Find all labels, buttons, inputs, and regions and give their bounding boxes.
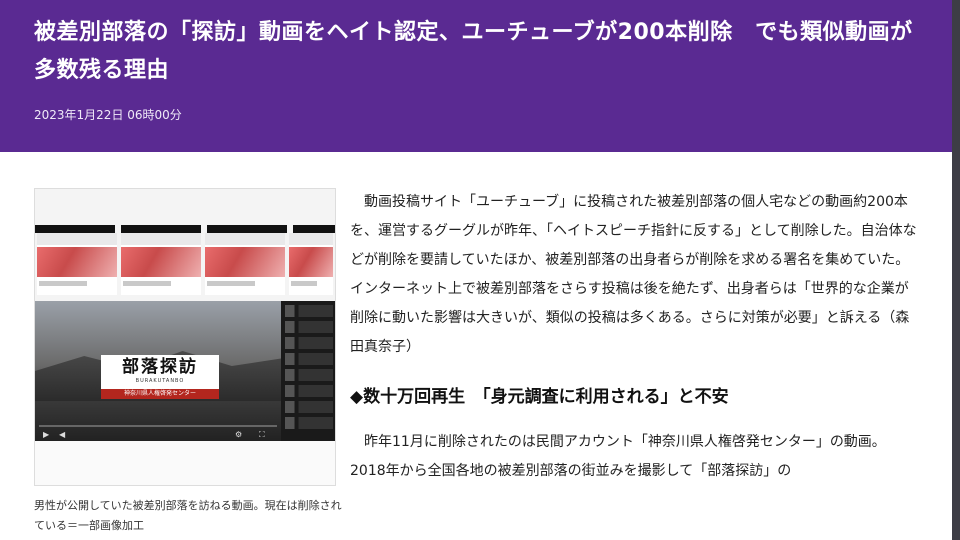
video-title-band: 神奈川県人権啓発センター <box>101 389 219 399</box>
publish-date: 2023年1月22日 06時00分 <box>34 108 182 122</box>
thumbnail-strip <box>35 189 335 301</box>
article-header: 被差別部落の「探訪」動画をヘイト認定、ユーチューブが200本削除 でも類似動画が… <box>0 0 960 152</box>
video-controls: ▶ ◀ ⚙ ⛶ <box>35 425 281 441</box>
video-title-card: 部落探訪 BURAKUTANBO 神奈川県人権啓発センター <box>101 355 219 399</box>
figure-caption: 男性が公開していた被差別部落を訪ねる動画。現在は削除されている＝一部画像加工 <box>34 499 342 532</box>
fullscreen-icon: ⛶ <box>259 430 265 439</box>
video-thumbnail <box>205 233 285 295</box>
video-thumbnail <box>121 233 201 295</box>
play-icon: ▶ <box>43 430 50 439</box>
article-title: 被差別部落の「探訪」動画をヘイト認定、ユーチューブが200本削除 でも類似動画が… <box>34 20 913 83</box>
thumbnail-banner <box>35 225 335 233</box>
video-thumbnail <box>289 233 333 295</box>
paragraph: 動画投稿サイト「ユーチューブ」に投稿された被差別部落の個人宅などの動画約200本… <box>350 194 917 355</box>
paragraph: 昨年11月に削除されたのは民間アカウント「神奈川県人権啓発センター」の動画。20… <box>350 434 886 479</box>
section-heading: ◆数十万回再生 「身元調査に利用される」と不安 <box>350 387 729 407</box>
video-thumbnail <box>37 233 117 295</box>
window-edge <box>952 0 960 540</box>
article-figure: 部落探訪 BURAKUTANBO 神奈川県人権啓発センター ▶ ◀ ⚙ ⛶ <box>34 188 336 486</box>
progress-bar <box>39 425 277 427</box>
video-frame: 部落探訪 BURAKUTANBO 神奈川県人権啓発センター ▶ ◀ ⚙ ⛶ <box>35 301 281 441</box>
video-player: 部落探訪 BURAKUTANBO 神奈川県人権啓発センター ▶ ◀ ⚙ ⛶ <box>35 301 335 441</box>
video-title-romaji: BURAKUTANBO <box>135 378 185 384</box>
volume-icon: ◀ <box>59 430 66 439</box>
article-body: 動画投稿サイト「ユーチューブ」に投稿された被差別部落の個人宅などの動画約200本… <box>350 188 920 486</box>
settings-icon: ⚙ <box>235 430 243 439</box>
video-title-main: 部落探訪 <box>122 357 198 377</box>
related-video-list <box>285 305 333 435</box>
